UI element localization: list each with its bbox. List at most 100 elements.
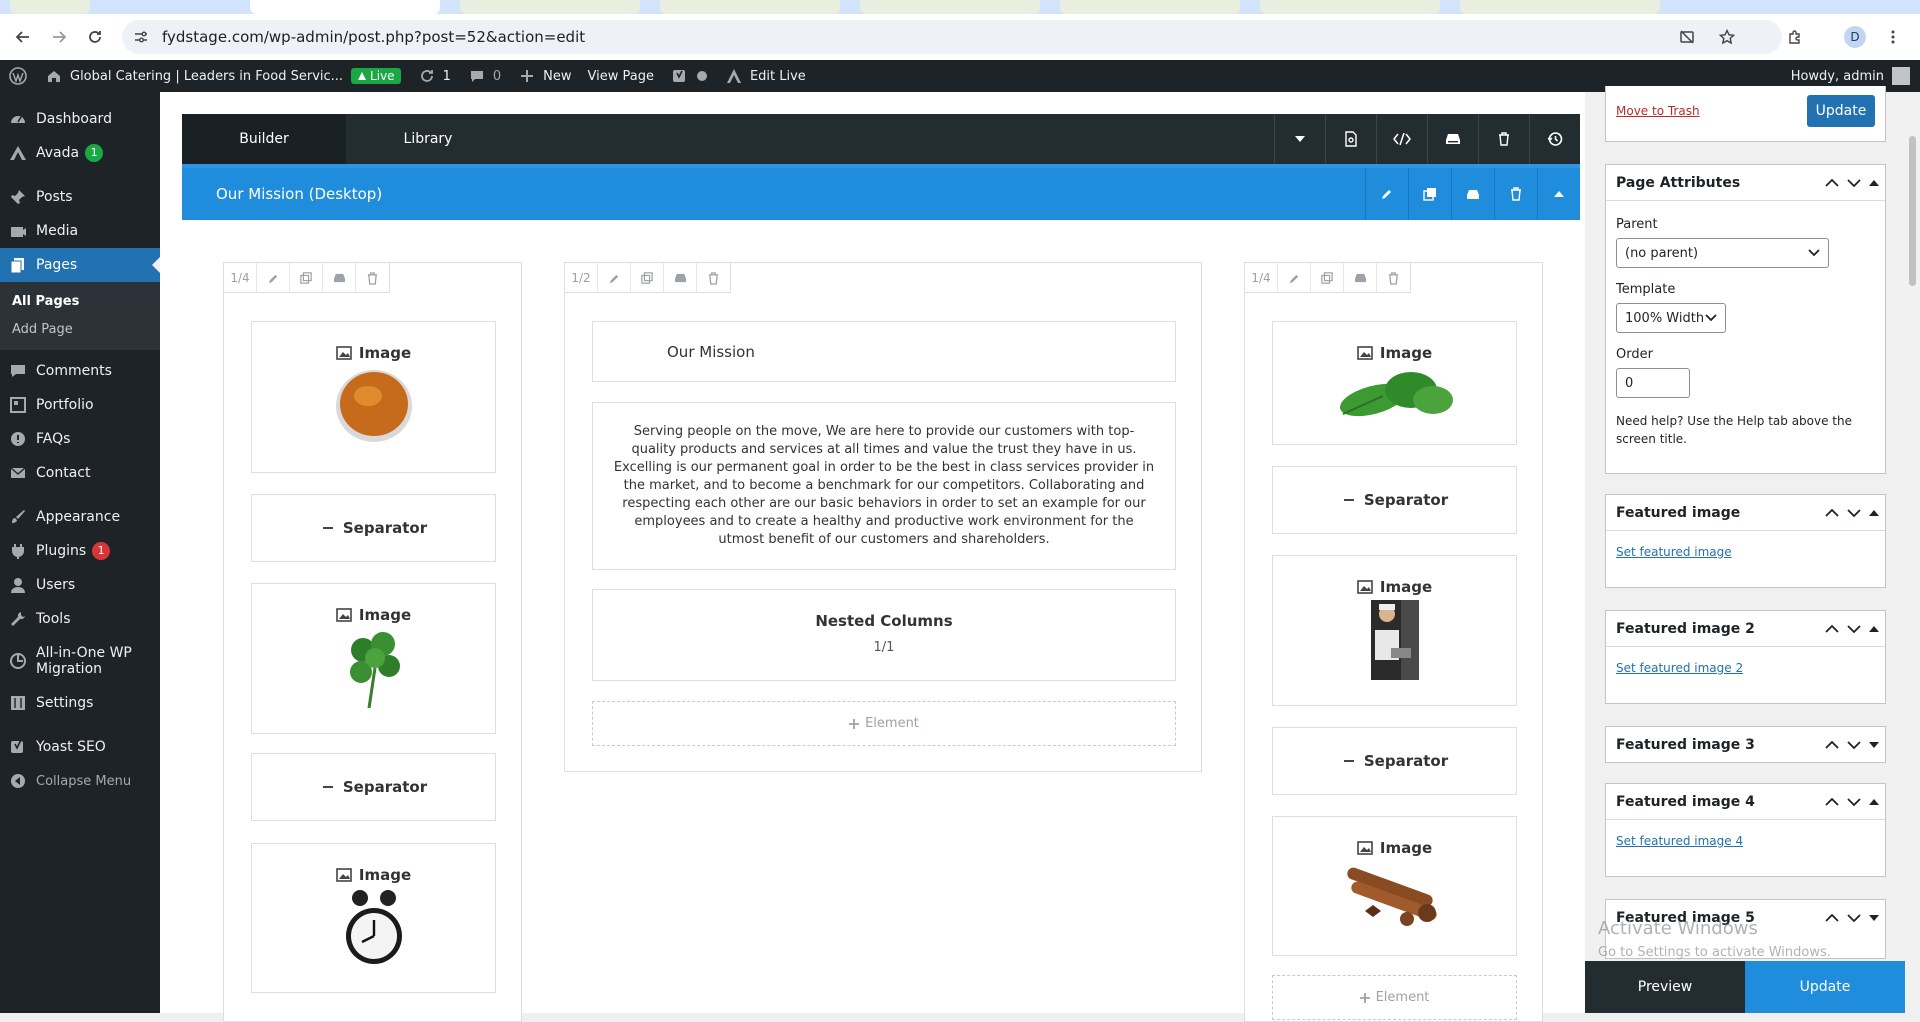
delete-column-button[interactable] <box>1377 263 1410 293</box>
edit-column-button[interactable] <box>598 263 631 293</box>
toggle-caret-up-icon[interactable] <box>1869 510 1879 516</box>
browser-tab[interactable] <box>1460 0 1660 14</box>
chevron-up-icon[interactable] <box>1825 913 1839 923</box>
sidebar-item-migration[interactable]: All-in-One WP Migration <box>0 636 160 686</box>
add-element-button[interactable]: Element <box>592 701 1176 746</box>
chevron-down-icon[interactable] <box>1847 740 1861 750</box>
profile-avatar[interactable]: D <box>1844 26 1866 48</box>
nested-columns-element[interactable]: Nested Columns 1/1 <box>592 589 1176 681</box>
edit-column-button[interactable] <box>257 263 290 293</box>
browser-tab[interactable] <box>660 0 840 14</box>
custom-css-button[interactable] <box>1376 114 1427 164</box>
separator-element[interactable]: Separator <box>251 753 496 821</box>
sidebar-item-yoast[interactable]: Yoast SEO <box>0 730 160 764</box>
order-input[interactable]: 0 <box>1616 368 1690 398</box>
tab-library[interactable]: Library <box>346 114 510 164</box>
site-info-icon[interactable] <box>132 28 150 46</box>
chevron-down-icon[interactable] <box>1847 508 1861 518</box>
toggle-caret-down-icon[interactable] <box>1869 915 1879 921</box>
collapse-menu-button[interactable]: Collapse Menu <box>0 764 160 798</box>
page-templates-button[interactable] <box>1325 114 1376 164</box>
separator-element[interactable]: Separator <box>1272 727 1517 795</box>
live-badge[interactable]: Live <box>351 68 401 84</box>
separator-element[interactable]: Separator <box>251 494 496 562</box>
column-left[interactable]: 1/4 Image Separator Image Separator Imag… <box>223 262 522 1022</box>
sidebar-item-appearance[interactable]: Appearance <box>0 500 160 534</box>
history-button[interactable] <box>1529 114 1580 164</box>
sidebar-item-media[interactable]: Media <box>0 214 160 248</box>
builder-menu-dropdown[interactable] <box>1274 114 1325 164</box>
bookmark-star-icon[interactable] <box>1714 24 1740 50</box>
browser-tab-active[interactable] <box>250 0 440 14</box>
scrollbar-thumb[interactable] <box>1909 136 1916 286</box>
submenu-add-page[interactable]: Add Page <box>0 316 160 344</box>
sidebar-item-avada[interactable]: Avada 1 <box>0 136 160 170</box>
chevron-down-icon[interactable] <box>1847 624 1861 634</box>
column-size[interactable]: 1/2 <box>565 263 598 293</box>
save-container-button[interactable] <box>1451 168 1494 220</box>
image-element[interactable]: Image <box>1272 816 1517 956</box>
save-to-library-button[interactable] <box>1427 114 1478 164</box>
column-middle[interactable]: 1/2 Our Mission Serving people on the mo… <box>564 262 1202 772</box>
text-block-element[interactable]: Serving people on the move, We are here … <box>592 402 1176 570</box>
user-avatar[interactable] <box>1892 67 1910 85</box>
wp-logo-menu[interactable] <box>0 60 36 92</box>
submenu-all-pages[interactable]: All Pages <box>0 288 160 316</box>
reload-icon[interactable] <box>82 24 108 50</box>
url-bar[interactable]: fydstage.com/wp-admin/post.php?post=52&a… <box>122 20 1782 54</box>
back-arrow-icon[interactable] <box>10 24 36 50</box>
edit-live-link[interactable]: Edit Live <box>716 60 814 92</box>
title-element[interactable]: Our Mission <box>592 321 1176 382</box>
chevron-down-icon[interactable] <box>1847 913 1861 923</box>
container-title[interactable]: Our Mission (Desktop) <box>216 168 382 220</box>
toggle-caret-up-icon[interactable] <box>1869 180 1879 186</box>
browser-tab[interactable] <box>1060 0 1240 14</box>
clone-column-button[interactable] <box>1311 263 1344 293</box>
separator-element[interactable]: Separator <box>1272 466 1517 534</box>
delete-container-button[interactable] <box>1494 168 1537 220</box>
live-status[interactable]: Live <box>351 60 409 92</box>
browser-tab[interactable] <box>1260 0 1440 14</box>
set-featured-image-2-link[interactable]: Set featured image 2 <box>1616 661 1743 675</box>
edit-container-button[interactable] <box>1365 168 1408 220</box>
save-column-button[interactable] <box>1344 263 1377 293</box>
browser-tab[interactable] <box>460 0 640 14</box>
view-page-link[interactable]: View Page <box>579 60 661 92</box>
move-to-trash-link[interactable]: Move to Trash <box>1616 104 1700 118</box>
comments-menu[interactable]: 0 <box>459 60 509 92</box>
howdy-text[interactable]: Howdy, admin <box>1791 69 1884 84</box>
update-button[interactable]: Update <box>1807 95 1875 127</box>
box-header[interactable]: Featured image <box>1606 495 1885 531</box>
image-element[interactable]: Image <box>251 321 496 473</box>
sidebar-item-contact[interactable]: Contact <box>0 456 160 490</box>
box-header[interactable]: Page Attributes <box>1606 165 1885 201</box>
column-size[interactable]: 1/4 <box>224 263 257 293</box>
column-size[interactable]: 1/4 <box>1245 263 1278 293</box>
delete-column-button[interactable] <box>356 263 389 293</box>
clone-container-button[interactable] <box>1408 168 1451 220</box>
clear-layout-button[interactable] <box>1478 114 1529 164</box>
toggle-caret-up-icon[interactable] <box>1869 626 1879 632</box>
chevron-down-icon[interactable] <box>1847 178 1861 188</box>
parent-select[interactable]: (no parent) <box>1616 238 1829 268</box>
box-header[interactable]: Featured image 3 <box>1606 727 1885 763</box>
sidebar-item-portfolio[interactable]: Portfolio <box>0 388 160 422</box>
toggle-container-button[interactable] <box>1537 168 1580 220</box>
box-header[interactable]: Featured image 4 <box>1606 784 1885 820</box>
browser-tab[interactable] <box>860 0 1040 14</box>
image-element[interactable]: Image <box>251 583 496 734</box>
sidebar-item-plugins[interactable]: Plugins 1 <box>0 534 160 568</box>
url-text[interactable]: fydstage.com/wp-admin/post.php?post=52&a… <box>162 28 585 46</box>
chevron-up-icon[interactable] <box>1825 178 1839 188</box>
browser-tab[interactable] <box>10 0 90 14</box>
new-content-menu[interactable]: New <box>509 60 579 92</box>
box-header[interactable]: Featured image 5 <box>1606 900 1885 936</box>
sidebar-item-posts[interactable]: Posts <box>0 180 160 214</box>
chevron-up-icon[interactable] <box>1825 797 1839 807</box>
forward-arrow-icon[interactable] <box>46 24 72 50</box>
sidebar-item-users[interactable]: Users <box>0 568 160 602</box>
container-header[interactable]: Our Mission (Desktop) <box>182 168 1580 220</box>
sidebar-item-comments[interactable]: Comments <box>0 354 160 388</box>
edit-column-button[interactable] <box>1278 263 1311 293</box>
box-header[interactable]: Featured image 2 <box>1606 611 1885 647</box>
